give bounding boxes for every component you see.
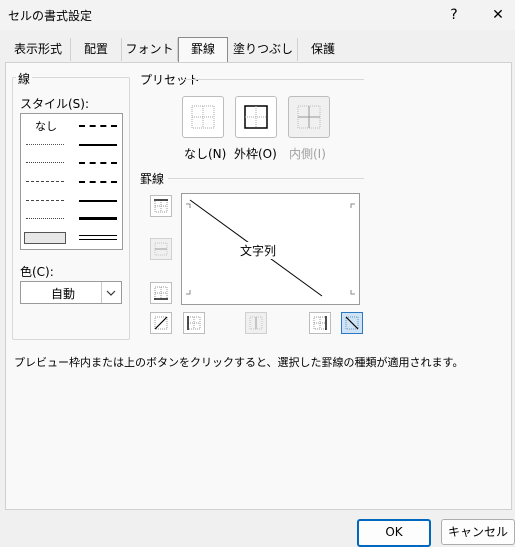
border-diagonal-up-button[interactable] <box>150 312 172 334</box>
tab-fill[interactable]: 塗りつぶし <box>229 38 298 61</box>
line-style-option[interactable] <box>79 235 117 240</box>
tab-border[interactable]: 罫線 <box>178 37 228 63</box>
preset-none-button[interactable] <box>182 96 224 138</box>
border-right-icon <box>313 316 327 330</box>
ok-button[interactable]: OK <box>357 519 431 547</box>
preset-outline-label: 外枠(O) <box>234 147 277 161</box>
tab-font[interactable]: フォント <box>122 38 178 61</box>
border-bottom-icon <box>154 286 168 300</box>
title-bar: セルの書式設定 ? ✕ <box>0 0 515 30</box>
hint-text: プレビュー枠内または上のボタンをクリックすると、選択した罫線の種類が適用されます… <box>14 356 464 369</box>
cancel-button[interactable]: キャンセル <box>441 519 515 545</box>
line-style-option[interactable] <box>79 162 117 164</box>
border-left-button[interactable] <box>183 312 205 334</box>
style-label: スタイル(S): <box>20 97 90 111</box>
line-style-option[interactable] <box>26 200 64 201</box>
border-inner-vertical-icon <box>249 316 263 330</box>
border-top-button[interactable] <box>150 195 172 217</box>
preset-outline-button[interactable] <box>235 96 277 138</box>
preset-none-icon <box>191 105 215 129</box>
border-left-icon <box>187 316 201 330</box>
border-inner-horizontal-icon <box>154 242 168 256</box>
border-separator <box>168 178 364 179</box>
line-style-option[interactable] <box>79 200 117 202</box>
line-style-option[interactable] <box>79 181 117 183</box>
line-style-option[interactable] <box>79 144 117 146</box>
line-style-none[interactable]: なし <box>35 118 57 134</box>
border-right-button[interactable] <box>309 312 331 334</box>
chevron-down-icon <box>106 290 116 296</box>
line-group-label: 線 <box>16 70 33 87</box>
close-icon[interactable]: ✕ <box>484 3 512 27</box>
color-dropdown[interactable]: 自動 <box>20 281 122 304</box>
line-style-option[interactable] <box>26 144 64 145</box>
help-button[interactable]: ? <box>440 3 468 27</box>
line-style-option[interactable] <box>79 217 117 220</box>
line-style-option[interactable] <box>26 181 64 182</box>
line-style-option[interactable] <box>26 218 64 219</box>
border-bottom-button[interactable] <box>150 282 172 304</box>
border-group-label: 罫線 <box>140 172 165 186</box>
diagonal-down-icon <box>345 316 359 330</box>
line-style-option[interactable] <box>79 125 117 127</box>
preset-none-label: なし(N) <box>184 147 227 161</box>
border-top-icon <box>154 199 168 213</box>
diagonal-up-icon <box>154 316 168 330</box>
color-label: 色(C): <box>20 265 54 279</box>
preset-inside-button[interactable] <box>288 96 330 138</box>
dropdown-divider <box>101 282 102 303</box>
border-preview[interactable]: 文字列 <box>181 193 360 305</box>
border-inner-horizontal-button[interactable] <box>150 238 172 260</box>
color-value: 自動 <box>51 287 76 301</box>
line-style-option[interactable] <box>26 162 64 163</box>
tab-protection[interactable]: 保護 <box>298 38 348 61</box>
preset-inside-label: 内側(I) <box>289 147 326 161</box>
tab-strip: 表示形式 配置 フォント 罫線 塗りつぶし 保護 <box>0 37 515 63</box>
tab-alignment[interactable]: 配置 <box>71 38 122 61</box>
preset-outline-icon <box>244 105 268 129</box>
line-style-selected[interactable] <box>24 232 66 244</box>
tab-number-format[interactable]: 表示形式 <box>6 38 71 61</box>
border-diagonal-down-button[interactable] <box>341 312 363 334</box>
presets-separator <box>184 79 364 80</box>
window-title: セルの書式設定 <box>8 9 93 23</box>
line-style-list[interactable]: なし <box>20 113 123 250</box>
preview-text: 文字列 <box>238 242 279 259</box>
border-inner-vertical-button[interactable] <box>245 312 267 334</box>
preset-inside-icon <box>297 105 321 129</box>
